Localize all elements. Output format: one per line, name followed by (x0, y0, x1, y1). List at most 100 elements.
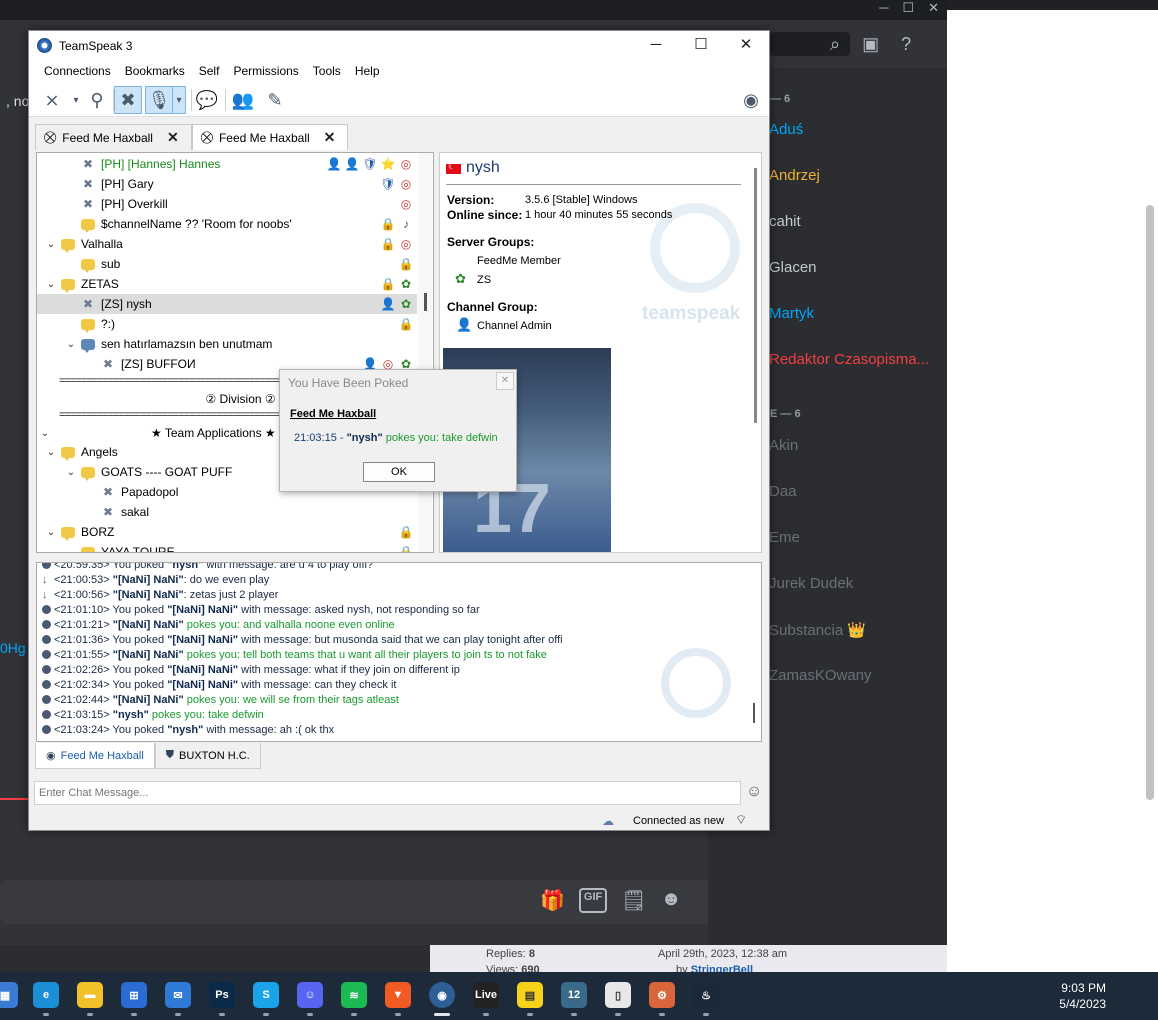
sticker-icon[interactable]: 🗒 (621, 888, 646, 913)
menu-help[interactable]: Help (348, 61, 387, 83)
chat-message-input[interactable] (34, 781, 741, 805)
menu-connections[interactable]: Connections (37, 61, 118, 83)
help-icon[interactable]: ? (901, 34, 911, 55)
inbox-icon[interactable]: ▣ (862, 34, 879, 55)
member-name-offline[interactable]: ZamasKOwany (769, 667, 872, 684)
log-user[interactable]: "[NaNi] NaNi" (167, 679, 238, 691)
member-name-offline[interactable]: Akin (769, 437, 798, 454)
mute-microphone-icon[interactable]: 🎙 (145, 86, 173, 114)
minimize-button[interactable]: ─ (646, 35, 666, 55)
close-button[interactable]: ✕ (736, 35, 756, 55)
member-name-offline[interactable]: Substancia 👑 (769, 621, 866, 639)
log-user[interactable]: "nysh" (167, 724, 203, 736)
app-icon-start[interactable]: ▦ (0, 982, 18, 1008)
app-icon-store[interactable]: ⊞ (121, 982, 147, 1008)
member-name[interactable]: Redaktor Czasopisma... (769, 351, 929, 368)
collapse-arrow-icon[interactable]: ⌄ (65, 339, 77, 350)
log-user[interactable]: "[NaNi] NaNi" (113, 574, 184, 586)
app-icon-brave[interactable]: ▼ (385, 982, 411, 1008)
taskbar-clock[interactable]: 9:03 PM 5/4/2023 (1059, 980, 1106, 1012)
member-name[interactable]: Glacen (769, 259, 817, 276)
tree-scrollbar[interactable] (418, 153, 432, 552)
app-icon-explorer[interactable]: ▬ (77, 982, 103, 1008)
app-icon-edge[interactable]: e (33, 982, 59, 1008)
app-icon-mail[interactable]: ✉ (165, 982, 191, 1008)
app-icon-discord[interactable]: ☺ (297, 982, 323, 1008)
app-icon-game[interactable]: 12 (561, 982, 587, 1008)
app-icon-notes[interactable]: ▤ (517, 982, 543, 1008)
collapse-arrow-icon[interactable]: ⌄ (45, 447, 57, 458)
collapse-arrow-icon[interactable]: ⌄ (65, 467, 77, 478)
pane-splitter[interactable] (36, 554, 763, 560)
log-user[interactable]: "nysh" (167, 563, 203, 571)
away-icon[interactable]: ✖ (114, 86, 142, 114)
member-name-offline[interactable]: Jurek Dudek (769, 575, 853, 592)
maximize-button[interactable]: ☐ (691, 35, 711, 55)
member-name[interactable]: Andrzej (769, 167, 820, 184)
minimize-icon[interactable]: ─ (879, 0, 888, 16)
gif-button[interactable]: GIF (578, 888, 608, 913)
channel-row[interactable]: ⌄ Valhalla 🔒 ◎ (37, 234, 417, 254)
contacts-icon[interactable]: 👥 (229, 86, 257, 114)
channel-row[interactable]: ⌄ BORZ 🔒 (37, 522, 417, 542)
collapse-arrow-icon[interactable]: ⌄ (39, 428, 51, 439)
app-icon-live[interactable]: Live (473, 982, 499, 1008)
app-icon-file[interactable]: ▯ (605, 982, 631, 1008)
menu-permissions[interactable]: Permissions (226, 61, 305, 83)
menu-self[interactable]: Self (192, 61, 227, 83)
member-name-offline[interactable]: Eme (769, 529, 800, 546)
close-tab-icon[interactable]: ✕ (167, 129, 179, 146)
client-row[interactable]: ✖ [PH] Overkill ◎ (37, 194, 417, 214)
tree-scroll-thumb[interactable] (424, 293, 427, 311)
subscribe-icon[interactable]: 💬 (193, 86, 221, 114)
collapse-arrow-icon[interactable]: ⌄ (45, 239, 57, 250)
maximize-icon[interactable]: ☐ (902, 0, 914, 16)
channel-row[interactable]: YAYA TOURE 🔒 (37, 542, 417, 552)
chat-tab[interactable]: ◉ Feed Me Haxball (35, 743, 155, 769)
browser-scrollbar[interactable] (1146, 205, 1154, 800)
app-icon-spotify[interactable]: ≋ (341, 982, 367, 1008)
identity-icon[interactable]: ✎ (261, 86, 289, 114)
emoji-icon[interactable]: ☺ (746, 783, 762, 801)
info-scrollbar[interactable] (754, 168, 757, 423)
log-user[interactable]: "[NaNi] NaNi" (113, 589, 184, 601)
log-user[interactable]: "[NaNi] NaNi" (113, 694, 184, 706)
client-row[interactable]: ✖ sakal (37, 502, 417, 522)
mute-dropdown-arrow-icon[interactable]: ▾ (172, 86, 186, 114)
app-icon-teamspeak[interactable]: ◉ (429, 982, 455, 1008)
gift-icon[interactable]: 🎁 (540, 888, 565, 913)
client-row[interactable]: ✖ [PH] Gary 🛡 ◎ (37, 174, 417, 194)
channel-row[interactable]: sub 🔒 (37, 254, 417, 274)
member-name[interactable]: Aduś (769, 121, 803, 138)
server-avatar-icon[interactable]: ◉ (737, 86, 765, 114)
close-icon[interactable]: ✕ (928, 0, 939, 16)
app-icon-tf2[interactable]: ⚙ (649, 982, 675, 1008)
chat-scroll-thumb[interactable] (753, 703, 755, 723)
log-user[interactable]: "[NaNi] NaNi" (113, 619, 184, 631)
poke-close-button[interactable]: ✕ (496, 372, 514, 390)
client-row[interactable]: ✖ [ZS] nysh 👤 ✿ (37, 294, 417, 314)
connection-quality-icon[interactable]: ⌔ (735, 812, 747, 828)
member-name-offline[interactable]: Daa (769, 483, 797, 500)
log-user[interactable]: "[NaNi] NaNi" (167, 634, 238, 646)
log-user[interactable]: "[NaNi] NaNi" (167, 604, 238, 616)
channel-row[interactable]: ⌄ ZETAS 🔒 ✿ (37, 274, 417, 294)
log-user[interactable]: "nysh" (113, 709, 149, 721)
chat-tab[interactable]: ⛊ BUXTON H.C. (154, 743, 261, 769)
channel-row[interactable]: ?:) 🔒 (37, 314, 417, 334)
member-name[interactable]: Martyk (769, 305, 814, 322)
disconnect-icon[interactable]: ⚲ (83, 86, 111, 114)
app-icon-photoshop[interactable]: Ps (209, 982, 235, 1008)
server-tab[interactable]: ⛒ Feed Me Haxball ✕ (191, 124, 349, 150)
ok-button[interactable]: OK (363, 462, 435, 482)
server-tab[interactable]: ⛒ Feed Me Haxball ✕ (35, 124, 192, 150)
log-user[interactable]: "[NaNi] NaNi" (113, 649, 184, 661)
search-icon[interactable]: ⌕ (830, 34, 840, 55)
client-row[interactable]: ✖ [PH] [Hannes] Hannes 👤 👤 🛡 ⭐ ◎ (37, 154, 417, 174)
app-icon-steam[interactable]: ♨ (693, 982, 719, 1008)
menu-tools[interactable]: Tools (306, 61, 348, 83)
app-icon-skype[interactable]: S (253, 982, 279, 1008)
poke-server-name[interactable]: Feed Me Haxball (290, 408, 376, 420)
menu-bookmarks[interactable]: Bookmarks (118, 61, 192, 83)
chat-link-fragment[interactable]: 0Hg (0, 640, 26, 656)
